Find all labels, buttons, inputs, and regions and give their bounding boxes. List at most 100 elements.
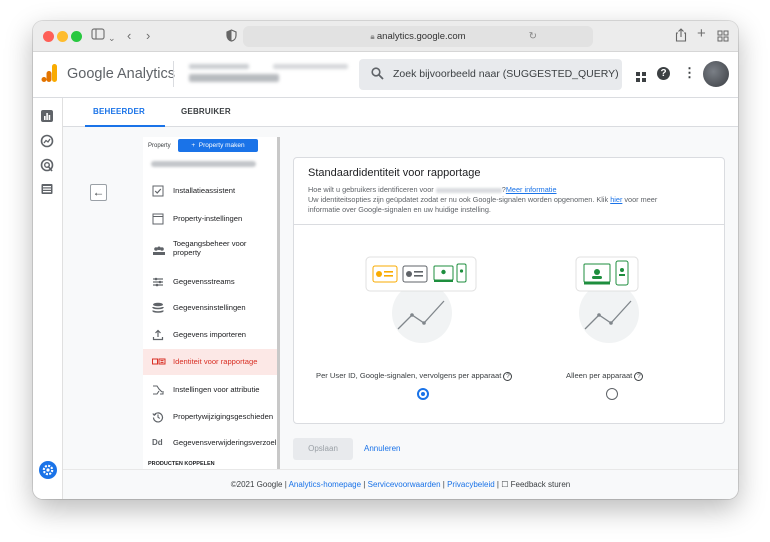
window-icon <box>152 212 164 225</box>
property-nav: Property + Property maken Installatieass… <box>143 137 280 469</box>
sidebar-item-propertywijzigingsgeschiedenis[interactable]: Propertywijzigingsgeschieden <box>143 404 277 430</box>
back-arrow-button[interactable]: ← <box>90 184 107 201</box>
tab-overview-icon[interactable] <box>717 29 729 47</box>
option-blended-radio[interactable] <box>417 388 429 400</box>
tab-beheerder[interactable]: BEHEERDER <box>93 107 145 116</box>
sidebar-item-installatieassistent[interactable]: Installatieassistent <box>143 178 277 204</box>
sidebar-item-label: Gegevens importeren <box>173 330 247 339</box>
feedback-link[interactable]: Feedback sturen <box>511 480 571 489</box>
cancel-button[interactable]: Annuleren <box>364 438 400 460</box>
sidebar-item-label: Installatieassistent <box>173 186 236 195</box>
help-icon[interactable]: ? <box>657 67 670 80</box>
admin-tabs: BEHEERDER GEBRUIKER <box>63 98 738 127</box>
footer: ©2021 Google | Analytics-homepage | Serv… <box>63 469 738 499</box>
browser-toolbar: ⌄ ‹ › 🔒︎ analytics.google.com ↻ + <box>33 21 738 52</box>
sidebar-item-label: Instellingen voor attributie <box>173 385 260 394</box>
account-selector[interactable] <box>183 62 353 86</box>
minimize-window-button[interactable] <box>57 31 68 42</box>
streams-icon <box>152 275 164 287</box>
option-device-text: Alleen per apparaat <box>566 371 633 380</box>
tab-gebruiker[interactable]: GEBRUIKER <box>181 107 231 116</box>
chevron-down-icon[interactable]: ⌄ <box>108 29 116 47</box>
address-bar[interactable]: 🔒︎ analytics.google.com ↻ <box>243 26 593 47</box>
browser-window: ⌄ ‹ › 🔒︎ analytics.google.com ↻ + Google… <box>33 21 738 499</box>
forward-icon[interactable]: › <box>146 27 150 45</box>
sidebar-toggle-icon[interactable] <box>91 27 105 45</box>
footer-separator: | <box>284 480 287 489</box>
sidebar-item-label: Gegevensinstellingen <box>173 303 246 312</box>
identity-icon <box>152 355 166 367</box>
help-icon[interactable]: ? <box>503 371 513 381</box>
close-window-button[interactable] <box>43 31 54 42</box>
more-vert-icon[interactable]: ⋮ <box>683 65 696 81</box>
reports-icon[interactable] <box>40 109 56 125</box>
configure-icon[interactable] <box>40 182 56 198</box>
property-label: Property <box>148 143 171 149</box>
privacy-link[interactable]: Privacybeleid <box>447 480 495 489</box>
back-icon[interactable]: ‹ <box>127 27 131 45</box>
here-link[interactable]: hier <box>610 195 622 204</box>
sidebar-item-property-instellingen[interactable]: Property-instellingen <box>143 206 277 232</box>
admin-gear-icon[interactable] <box>39 461 57 479</box>
sidebar-item-label: Property-instellingen <box>173 214 243 223</box>
help-icon[interactable]: ? <box>634 371 644 381</box>
option-blended-label: Per User ID, Google-signalen, vervolgens… <box>316 371 513 381</box>
description-line1: Hoe wilt u gebruikers identificeren voor <box>308 185 434 194</box>
sidebar-item-identiteit-voor-rapportage[interactable]: Identiteit voor rapportage <box>143 349 277 375</box>
sidebar-item-gegevens-importeren[interactable]: Gegevens importeren <box>143 322 277 348</box>
sidebar-item-label: Gegevensverwijderingsverzoel <box>173 438 277 447</box>
save-button[interactable]: Opslaan <box>293 438 353 460</box>
analytics-logo-icon[interactable] <box>41 63 58 88</box>
explore-icon[interactable] <box>40 134 56 150</box>
search-placeholder: Zoek bijvoorbeeld naar (SUGGESTED_QUERY) <box>393 68 619 80</box>
sidebar-item-gegevensstreams[interactable]: Gegevensstreams <box>143 269 277 295</box>
terms-link[interactable]: Servicevoorwaarden <box>368 480 441 489</box>
sidebar-item-instellingen-voor-attributie[interactable]: Instellingen voor attributie <box>143 377 277 403</box>
checkbox-icon <box>152 184 164 197</box>
reporting-identity-card: Standaardidentiteit voor rapportage Hoe … <box>293 157 725 424</box>
sidebar-item-label: Gegevensstreams <box>173 277 235 286</box>
advertising-icon[interactable] <box>40 158 56 174</box>
share-icon[interactable] <box>675 28 687 47</box>
more-info-link[interactable]: Meer informatie <box>506 185 557 194</box>
card-title: Standaardidentiteit voor rapportage <box>308 167 481 179</box>
reload-icon[interactable]: ↻ <box>529 26 537 47</box>
sidebar-item-label: Propertywijzigingsgeschieden <box>173 412 274 421</box>
search-icon <box>371 67 384 85</box>
avatar[interactable] <box>703 61 729 87</box>
option-device-label: Alleen per apparaat ? <box>566 371 644 381</box>
zoom-window-button[interactable] <box>71 31 82 42</box>
people-icon <box>152 244 165 256</box>
analytics-homepage-link[interactable]: Analytics-homepage <box>289 480 361 489</box>
description-line2: Uw identiteitsopties zijn geüpdatet zoda… <box>308 195 609 204</box>
history-icon <box>152 410 164 423</box>
main-content: ← Property + Property maken Installatiea… <box>63 127 738 469</box>
card-description: Hoe wilt u gebruikers identificeren voor… <box>308 185 658 214</box>
sidebar-item-gegevensinstellingen[interactable]: Gegevensinstellingen <box>143 295 277 321</box>
description-line3: informatie over Google-signalen en uw hu… <box>308 205 491 214</box>
app-header: Google Analytics Zoek bijvoorbeeld naar … <box>33 52 738 98</box>
footer-separator: | <box>363 480 366 489</box>
device-only-illustration <box>569 251 649 346</box>
section-heading: PRODUCTEN KOPPELEN <box>148 461 215 467</box>
sidebar-item-toegangsbeheer[interactable]: Toegangsbeheer voor property <box>143 234 277 268</box>
privacy-shield-icon[interactable] <box>226 29 237 47</box>
create-property-button[interactable]: + Property maken <box>178 139 258 152</box>
apps-grid-icon[interactable] <box>636 69 646 87</box>
property-name[interactable] <box>151 161 256 167</box>
sidebar-item-gegevensverwijderingsverzoeken[interactable]: Dd Gegevensverwijderingsverzoel <box>143 430 277 456</box>
left-rail <box>33 98 63 499</box>
search-input[interactable]: Zoek bijvoorbeeld naar (SUGGESTED_QUERY) <box>359 59 622 90</box>
card-divider <box>294 224 724 225</box>
new-tab-icon[interactable]: + <box>697 25 706 43</box>
sidebar-item-label: Identiteit voor rapportage <box>173 357 258 366</box>
app-title: Google Analytics <box>67 66 176 82</box>
dd-icon: Dd <box>152 438 163 447</box>
option-blended-text: Per User ID, Google-signalen, vervolgens… <box>316 371 502 380</box>
option-device-radio[interactable] <box>606 388 618 400</box>
sidebar-item-label: Toegangsbeheer voor property <box>173 239 247 257</box>
description-line2-suffix: voor meer <box>624 195 658 204</box>
blended-identity-illustration <box>364 251 484 346</box>
copyright: ©2021 Google <box>230 480 283 489</box>
database-icon <box>152 301 164 313</box>
